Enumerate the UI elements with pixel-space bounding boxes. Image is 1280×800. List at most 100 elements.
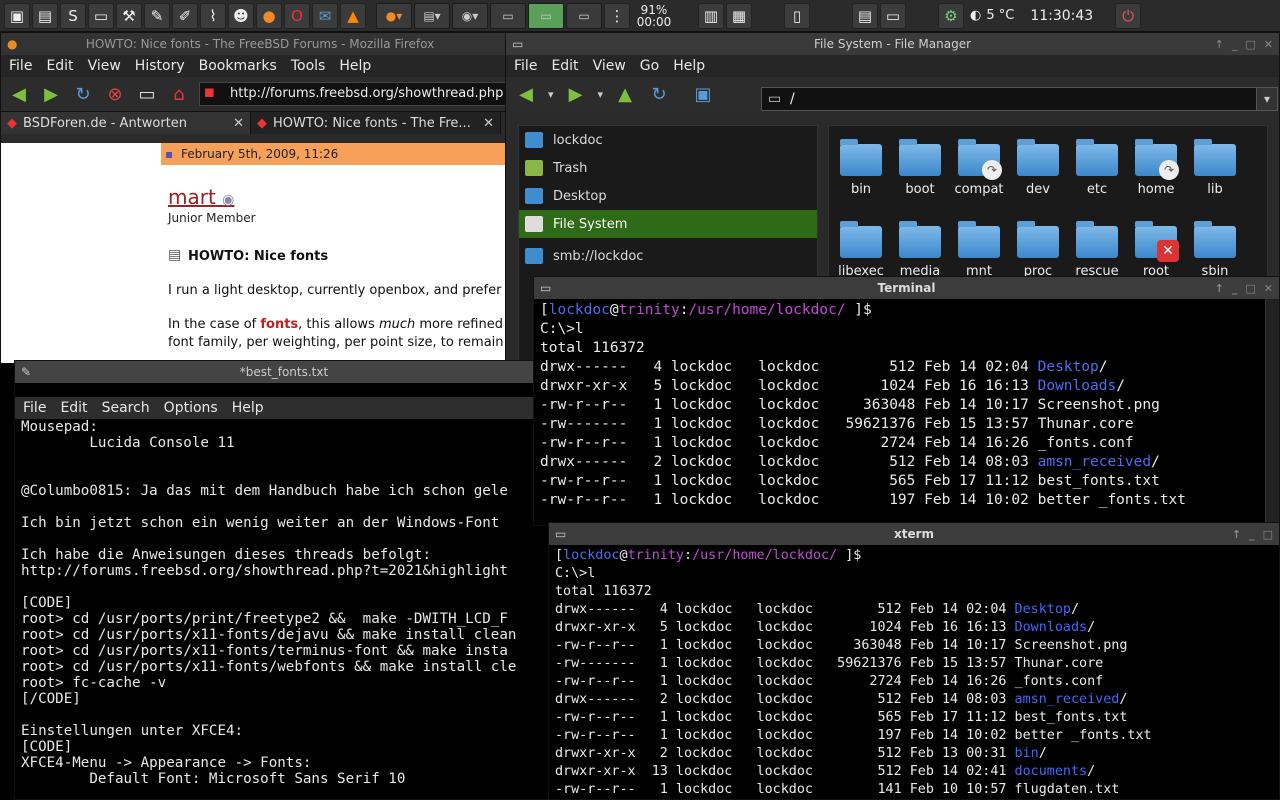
workspace-3[interactable]: ▯ [784, 2, 810, 29]
terminal-output[interactable]: [lockdoc@trinity:/usr/home/lockdoc/ ]$ C:… [534, 299, 1265, 525]
menu-help[interactable]: Help [232, 400, 264, 416]
task-terminal[interactable]: ▭ [490, 2, 526, 29]
maximize-icon[interactable]: □ [1245, 282, 1255, 295]
menu-file[interactable]: File [9, 58, 32, 74]
home-icon[interactable]: ⌂ [167, 82, 191, 106]
terminal-scrollbar[interactable] [1265, 299, 1279, 525]
tab-howto[interactable]: ◆ HOWTO: Nice fonts - The Fre... ✕ [251, 112, 501, 134]
gimp-icon[interactable]: ☻ [228, 2, 254, 29]
post-username[interactable]: mart ◉ [168, 185, 234, 209]
bookmark-icon[interactable]: ▭ [135, 82, 159, 106]
folder-item[interactable]: rescue [1069, 221, 1125, 279]
network-manager-icon[interactable]: ⚙ [938, 2, 964, 29]
folder-item[interactable]: bin [833, 139, 889, 197]
folder-item[interactable]: ↷ compat [951, 139, 1007, 197]
menu-help[interactable]: Help [673, 58, 705, 74]
shade-icon[interactable]: ↑ [1215, 282, 1224, 295]
minimize-icon[interactable]: _ [1232, 282, 1238, 295]
firefox-icon[interactable]: ● [256, 2, 282, 29]
clock[interactable]: 11:30:43 [1030, 8, 1093, 24]
forward-dropdown-icon[interactable]: ▾ [598, 88, 604, 101]
menu-view[interactable]: View [88, 58, 121, 74]
close-icon[interactable]: ✕ [1264, 38, 1273, 51]
tools-icon[interactable]: ⚒ [116, 2, 142, 29]
minimize-icon[interactable]: _ [1232, 38, 1238, 51]
shade-icon[interactable]: ↑ [1215, 38, 1224, 51]
graph-icon[interactable]: ⌇ [200, 2, 226, 29]
desktop-icon[interactable]: ▣ [4, 2, 30, 29]
thunderbird-icon[interactable]: ✉ [312, 2, 338, 29]
menu-bookmarks[interactable]: Bookmarks [199, 58, 277, 74]
folder-item[interactable]: ✕ root [1128, 221, 1184, 279]
terminal-titlebar[interactable]: ▭ Terminal ↑ _ □ ✕ [534, 277, 1279, 299]
folder-item[interactable]: boot [892, 139, 948, 197]
minimize-icon[interactable]: _ [1249, 528, 1255, 541]
sidebar-item-lockdoc[interactable]: lockdoc [519, 126, 817, 154]
sidebar-item-filesystem[interactable]: File System [519, 210, 817, 238]
maximize-icon[interactable]: □ [1245, 38, 1255, 51]
folder-item[interactable]: ↷ home [1128, 139, 1184, 197]
tab-bsdforen[interactable]: ◆ BSDForen.de - Antworten ✕ [1, 112, 251, 134]
window-list-icon[interactable]: ▤ [32, 2, 58, 29]
menu-edit[interactable]: Edit [551, 58, 578, 74]
menu-options[interactable]: Options [164, 400, 218, 416]
close-icon[interactable]: ✕ [1264, 282, 1273, 295]
xterm-titlebar[interactable]: ▭ xterm ↑ _ □ [549, 523, 1279, 545]
workspace-4[interactable]: ▤ [852, 2, 878, 29]
folder-item[interactable]: sbin [1187, 221, 1243, 279]
menu-search[interactable]: Search [102, 400, 150, 416]
location-dropdown-icon[interactable]: ▾ [1256, 87, 1278, 111]
menu-help[interactable]: Help [339, 58, 371, 74]
folder-item[interactable]: proc [1010, 221, 1066, 279]
reload-icon[interactable]: ↻ [647, 84, 671, 105]
task-firefox[interactable]: ●▾ [376, 2, 412, 29]
close-tab-icon[interactable]: ✕ [233, 116, 244, 131]
back-icon[interactable]: ◀ [514, 84, 538, 105]
folder-item[interactable]: etc [1069, 139, 1125, 197]
close-tab-icon[interactable]: ✕ [483, 116, 494, 131]
task-active[interactable]: ▭ [528, 2, 564, 29]
terminal-icon[interactable]: ▭ [88, 2, 114, 29]
menu-tools[interactable]: Tools [291, 58, 326, 74]
weather-widget[interactable]: ◐ 5 °C [970, 8, 1014, 23]
task-filemanager[interactable]: ▤▾ [414, 2, 450, 29]
folder-item[interactable]: libexec [833, 221, 889, 279]
shade-icon[interactable]: ↑ [1232, 528, 1241, 541]
maximize-icon[interactable]: □ [1263, 528, 1273, 541]
xterm-output[interactable]: [lockdoc@trinity:/usr/home/lockdoc/ ]$ C:… [549, 545, 1279, 799]
firefox-titlebar[interactable]: ● HOWTO: Nice fonts - The FreeBSD Forums… [1, 33, 519, 55]
folder-item[interactable]: mnt [951, 221, 1007, 279]
stop-icon[interactable]: ⊗ [103, 82, 127, 106]
workspace-5[interactable]: ▭ [880, 2, 906, 29]
sidebar-item-desktop[interactable]: Desktop [519, 182, 817, 210]
file-manager-titlebar[interactable]: ▭ File System - File Manager ↑ _ □ ✕ [506, 33, 1279, 55]
editor-icon[interactable]: ✎ [144, 2, 170, 29]
menu-view[interactable]: View [593, 58, 626, 74]
back-dropdown-icon[interactable]: ▾ [548, 88, 554, 101]
task-network[interactable]: ◉▾ [452, 2, 488, 29]
url-bar[interactable]: ◼ http://forums.freebsd.org/showthread.p… [199, 82, 513, 106]
folder-item[interactable]: lib [1187, 139, 1243, 197]
up-icon[interactable]: ▲ [613, 84, 637, 105]
opera-icon[interactable]: O [284, 2, 310, 29]
folder-item[interactable]: media [892, 221, 948, 279]
sidebar-item-trash[interactable]: Trash [519, 154, 817, 182]
folder-item[interactable]: dev [1010, 139, 1066, 197]
sidebar-item-smb[interactable]: smb://lockdoc [519, 242, 817, 270]
home-folder-icon[interactable]: ▣ [691, 84, 715, 105]
menu-edit[interactable]: Edit [60, 400, 87, 416]
editor-text-area[interactable]: Mousepad: Lucida Console 11 @Columbo0815… [21, 419, 516, 787]
mousepad-titlebar[interactable]: ✎ *best_fonts.txt [15, 361, 553, 383]
forward-icon[interactable]: ▶ [39, 82, 63, 106]
workspace-2[interactable]: ▦ [726, 2, 752, 29]
reload-icon[interactable]: ↻ [71, 82, 95, 106]
menu-file[interactable]: File [514, 58, 537, 74]
menu-history[interactable]: History [135, 58, 185, 74]
vlc-icon[interactable]: ▲ [340, 2, 366, 29]
workspace-1[interactable]: ▥ [698, 2, 724, 29]
back-icon[interactable]: ◀ [7, 82, 31, 106]
forward-icon[interactable]: ▶ [564, 84, 588, 105]
menu-file[interactable]: File [23, 400, 46, 416]
battery-indicator[interactable]: 91% 00:00 [632, 4, 676, 28]
location-bar[interactable]: ▭ / [761, 87, 1261, 111]
